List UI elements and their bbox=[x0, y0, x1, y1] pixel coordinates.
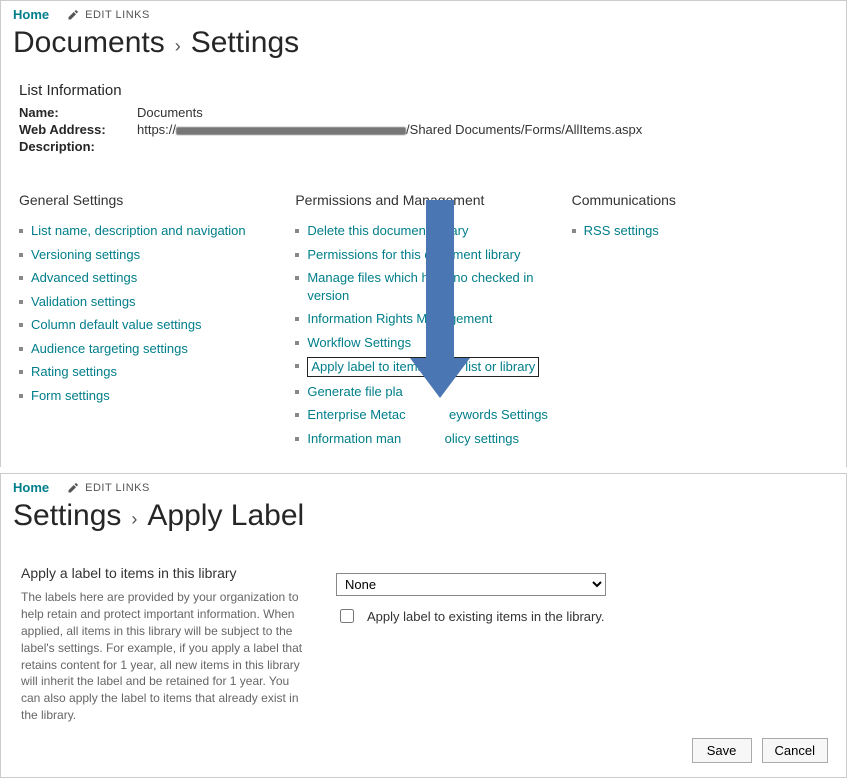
apply-label-description: Apply a label to items in this library T… bbox=[21, 557, 306, 723]
link-audience-targeting[interactable]: Audience targeting settings bbox=[31, 340, 188, 358]
edit-links-label: EDIT LINKS bbox=[85, 9, 150, 21]
link-validation-settings[interactable]: Validation settings bbox=[31, 293, 136, 311]
breadcrumb-part-settings: Settings bbox=[191, 26, 299, 60]
link-irm[interactable]: Information Rights Management bbox=[307, 310, 492, 328]
apply-existing-label: Apply label to existing items in the lib… bbox=[367, 609, 604, 624]
redacted-url bbox=[176, 127, 406, 135]
link-permissions-library[interactable]: Permissions for this document library bbox=[307, 246, 520, 264]
link-rating-settings[interactable]: Rating settings bbox=[31, 363, 117, 381]
edit-links-button[interactable]: EDIT LINKS bbox=[67, 9, 150, 21]
permissions-list: Delete this document library Permissions… bbox=[295, 222, 551, 447]
link-delete-library[interactable]: Delete this document library bbox=[307, 222, 468, 240]
communications-heading: Communications bbox=[572, 192, 828, 208]
pencil-icon bbox=[67, 482, 79, 494]
communications-column: Communications RSS settings bbox=[572, 186, 828, 453]
name-label: Name: bbox=[19, 105, 119, 120]
link-info-mgmt-policy[interactable]: Information man olicy settings bbox=[307, 430, 519, 448]
apply-label-text: The labels here are provided by your org… bbox=[21, 589, 306, 723]
edit-links-label-bottom: EDIT LINKS bbox=[85, 482, 150, 494]
general-settings-column: General Settings List name, description … bbox=[19, 186, 275, 453]
apply-label-controls: None Apply label to existing items in th… bbox=[336, 557, 826, 723]
top-nav: Home EDIT LINKS bbox=[1, 1, 846, 22]
apply-label-heading: Apply a label to items in this library bbox=[21, 565, 306, 581]
label-select[interactable]: None bbox=[336, 573, 606, 596]
webaddress-value: https:///Shared Documents/Forms/AllItems… bbox=[137, 122, 642, 137]
page-title-bottom: Settings › Apply Label bbox=[1, 495, 846, 547]
chevron-right-icon: › bbox=[175, 36, 181, 57]
apply-existing-checkbox[interactable] bbox=[340, 609, 354, 623]
settings-panel: Home EDIT LINKS Documents › Settings Lis… bbox=[0, 0, 847, 467]
permissions-heading: Permissions and Management bbox=[295, 192, 551, 208]
apply-label-section: Apply a label to items in this library T… bbox=[1, 547, 846, 731]
pencil-icon bbox=[67, 9, 79, 21]
link-enterprise-metadata[interactable]: Enterprise Metac eywords Settings bbox=[307, 406, 548, 424]
list-info-heading: List Information bbox=[19, 82, 828, 99]
list-information-section: List Information Name: Documents Web Add… bbox=[1, 82, 846, 174]
link-rss-settings[interactable]: RSS settings bbox=[584, 222, 659, 240]
general-settings-heading: General Settings bbox=[19, 192, 275, 208]
general-settings-list: List name, description and navigation Ve… bbox=[19, 222, 275, 404]
link-versioning-settings[interactable]: Versioning settings bbox=[31, 246, 140, 264]
top-nav-bottom: Home EDIT LINKS bbox=[1, 474, 846, 495]
description-label: Description: bbox=[19, 139, 119, 154]
webaddress-label: Web Address: bbox=[19, 122, 119, 137]
permissions-column: Permissions and Management Delete this d… bbox=[295, 186, 551, 453]
breadcrumb-part-apply-label: Apply Label bbox=[147, 499, 304, 533]
communications-list: RSS settings bbox=[572, 222, 828, 240]
nav-home-link-bottom[interactable]: Home bbox=[13, 480, 49, 495]
link-advanced-settings[interactable]: Advanced settings bbox=[31, 269, 137, 287]
link-list-name-desc-nav[interactable]: List name, description and navigation bbox=[31, 222, 246, 240]
save-button[interactable]: Save bbox=[692, 738, 752, 763]
settings-columns: General Settings List name, description … bbox=[1, 186, 846, 467]
apply-label-panel: Home EDIT LINKS Settings › Apply Label A… bbox=[0, 473, 847, 777]
link-manage-no-checkin[interactable]: Manage files which have no checked in ve… bbox=[307, 269, 551, 304]
breadcrumb-part-documents: Documents bbox=[13, 26, 165, 60]
nav-home-link[interactable]: Home bbox=[13, 7, 49, 22]
link-generate-file-plan[interactable]: Generate file pla bbox=[307, 383, 402, 401]
breadcrumb-part-settings-b: Settings bbox=[13, 499, 121, 533]
action-buttons: Save Cancel bbox=[1, 732, 846, 777]
link-apply-label[interactable]: Apply label to items in this list or lib… bbox=[307, 357, 539, 377]
link-workflow-settings[interactable]: Workflow Settings bbox=[307, 334, 411, 352]
link-column-default-value[interactable]: Column default value settings bbox=[31, 316, 202, 334]
edit-links-button-bottom[interactable]: EDIT LINKS bbox=[67, 482, 150, 494]
name-value: Documents bbox=[137, 105, 203, 120]
page-title: Documents › Settings bbox=[1, 22, 846, 74]
chevron-right-icon: › bbox=[131, 509, 137, 530]
link-form-settings[interactable]: Form settings bbox=[31, 387, 110, 405]
cancel-button[interactable]: Cancel bbox=[762, 738, 828, 763]
